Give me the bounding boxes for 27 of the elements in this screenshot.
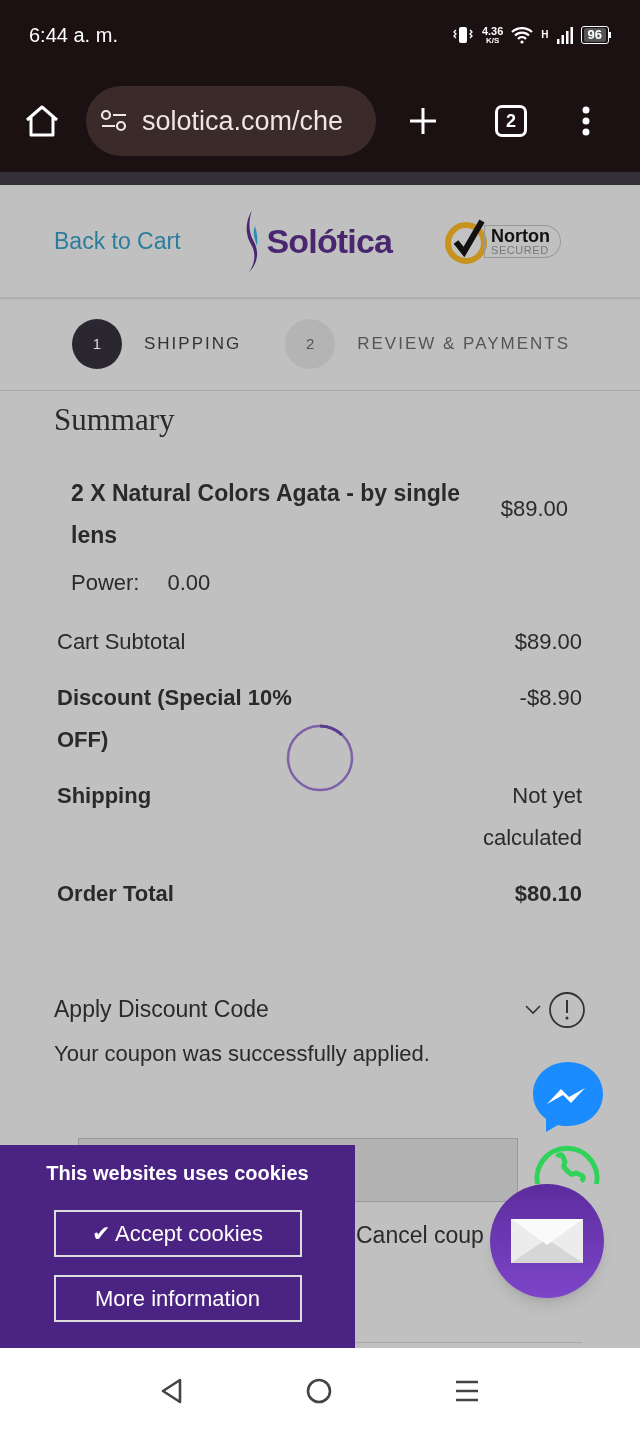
network-speed: 4.36 bbox=[481, 25, 504, 37]
status-time: 6:44 a. m. bbox=[29, 23, 118, 48]
total-label: Discount (Special 10% OFF) bbox=[57, 683, 293, 754]
total-label: Cart Subtotal bbox=[57, 627, 187, 656]
url-text: solotica.com/che bbox=[142, 104, 344, 138]
battery-indicator: 96 bbox=[580, 26, 611, 44]
coupon-message: Your coupon was successfully applied. bbox=[54, 1039, 431, 1068]
step-label: REVIEW & PAYMENTS bbox=[357, 333, 571, 356]
step-number: 1 bbox=[72, 319, 122, 369]
total-value: $89.00 bbox=[513, 627, 582, 656]
network-unit: K/S bbox=[485, 36, 500, 45]
step-label: SHIPPING bbox=[144, 333, 242, 356]
item-price: $89.00 bbox=[500, 494, 568, 523]
total-label: Shipping bbox=[57, 781, 153, 810]
total-label: Order Total bbox=[57, 879, 175, 908]
logo: Solótica bbox=[242, 208, 392, 274]
total-value: Not yet calculated bbox=[481, 781, 582, 852]
cookie-title: This websites uses cookies bbox=[46, 1161, 309, 1186]
norton-badge: Norton SECURED bbox=[444, 217, 561, 265]
total-value: -$8.90 bbox=[518, 683, 582, 712]
option-label: Power: bbox=[71, 568, 140, 597]
option-value: 0.00 bbox=[167, 568, 211, 597]
item-name: 2 X Natural Colors Agata - by single lens bbox=[71, 478, 461, 550]
summary-title: Summary bbox=[54, 401, 176, 439]
network-type: H bbox=[541, 28, 549, 42]
total-value: $80.10 bbox=[513, 879, 582, 908]
step-number: 2 bbox=[285, 319, 336, 369]
